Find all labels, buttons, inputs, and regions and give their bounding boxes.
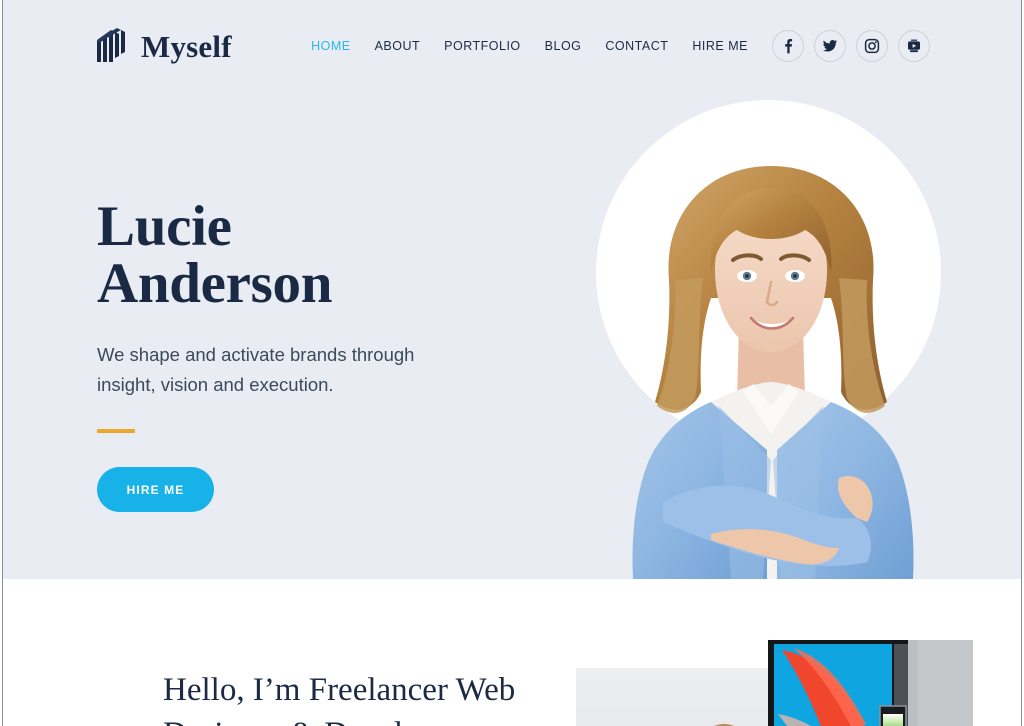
about-image-monitor [768,640,973,726]
site-header: Myself HOME ABOUT PORTFOLIO BLOG CONTACT… [3,0,1021,92]
page-right-border [1021,0,1022,726]
header-right-group: HOME ABOUT PORTFOLIO BLOG CONTACT HIRE M… [311,30,930,62]
about-images [573,627,973,726]
hero-title-line-1: Lucie [97,195,232,258]
hero-subtitle: We shape and activate brands through ins… [97,344,415,395]
twitter-icon [822,38,838,54]
layered-bars-logo-icon [94,28,128,64]
hire-me-button[interactable]: HIRE ME [97,467,214,512]
hero-title: Lucie Anderson [97,198,567,312]
social-link-twitter[interactable] [814,30,846,62]
brand-logo-link[interactable]: Myself [94,28,232,64]
social-link-youtube[interactable] [898,30,930,62]
hero-title-line-2: Anderson [97,252,333,315]
nav-item-hire-me[interactable]: HIRE ME [692,39,748,53]
social-link-facebook[interactable] [772,30,804,62]
social-link-instagram[interactable] [856,30,888,62]
brand-name: Myself [141,28,232,64]
facebook-icon [780,38,796,54]
hero-section: Myself HOME ABOUT PORTFOLIO BLOG CONTACT… [3,0,1021,579]
instagram-icon [864,38,880,54]
about-heading: Hello, I’m Freelancer Web Designer & Dev… [163,672,516,726]
hero-portrait-image [591,130,951,579]
about-section: Hello, I’m Freelancer Web Designer & Dev… [3,579,1021,726]
nav-item-portfolio[interactable]: PORTFOLIO [444,39,521,53]
youtube-icon [906,38,922,54]
main-navigation: HOME ABOUT PORTFOLIO BLOG CONTACT HIRE M… [311,39,748,53]
nav-item-contact[interactable]: CONTACT [605,39,668,53]
nav-item-about[interactable]: ABOUT [375,39,421,53]
social-links [772,30,930,62]
nav-item-home[interactable]: HOME [311,39,351,53]
hero-copy: Lucie Anderson We shape and activate bra… [97,198,567,512]
page-left-border [2,0,3,726]
nav-item-blog[interactable]: BLOG [545,39,582,53]
hero-accent-divider [97,429,135,433]
